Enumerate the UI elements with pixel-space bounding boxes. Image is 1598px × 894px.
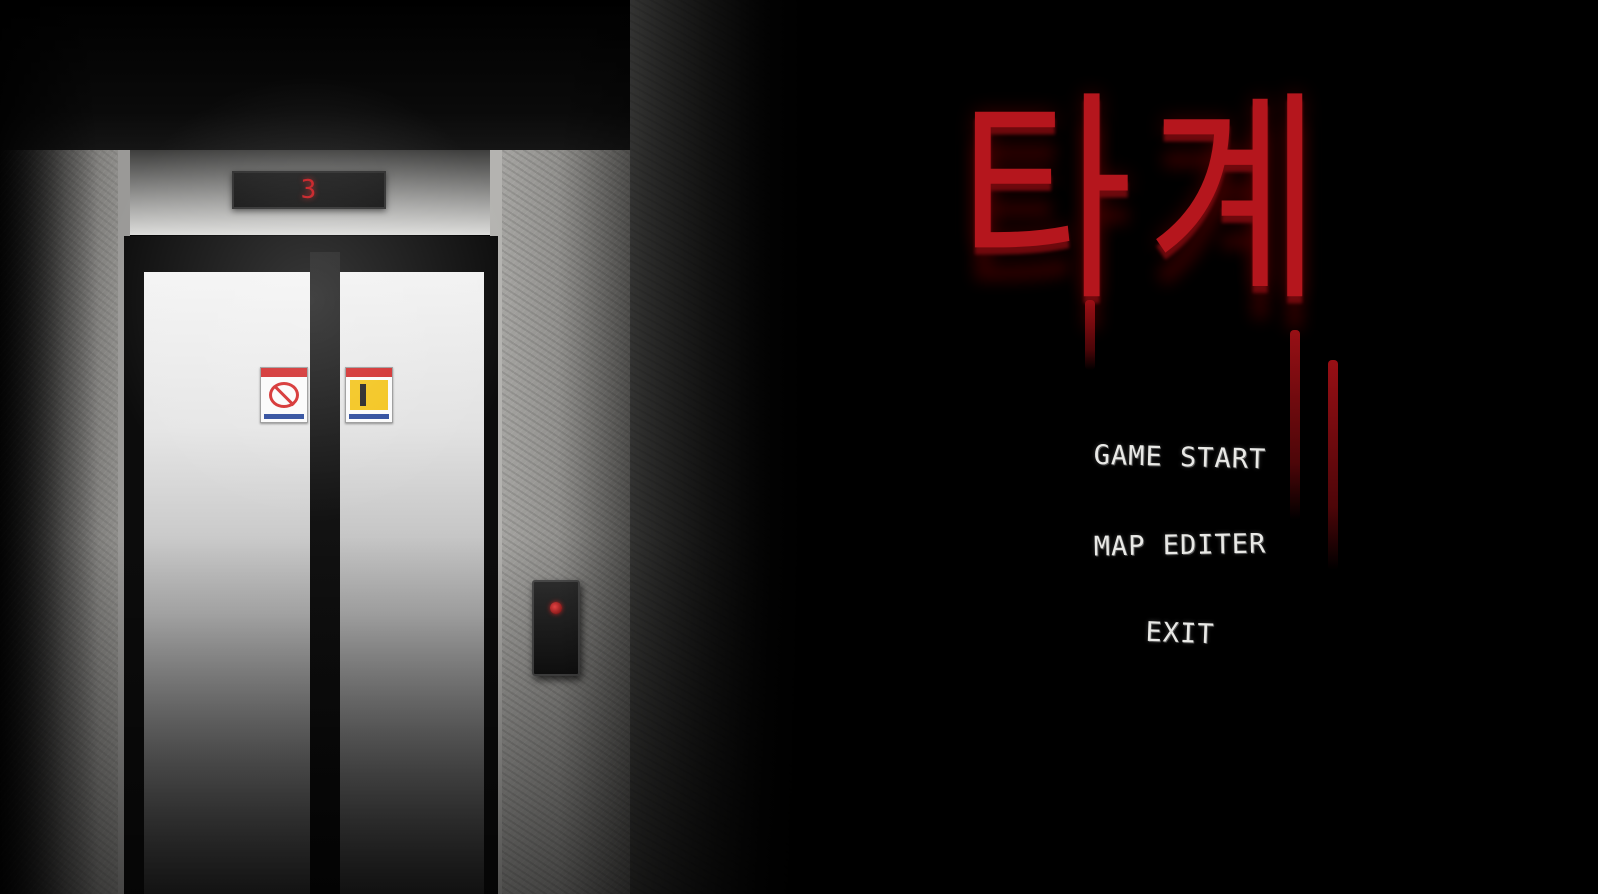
elevator-call-panel — [532, 580, 580, 676]
exit-button[interactable]: EXIT — [1050, 613, 1311, 653]
floor-indicator: 3 — [232, 171, 386, 209]
elevator-scene: 3 — [0, 0, 820, 894]
warning-sign-no-hand-icon — [260, 367, 308, 423]
map-editor-button[interactable]: MAP EDITER — [1050, 528, 1311, 564]
wall-left — [0, 150, 118, 894]
game-start-button[interactable]: GAME START — [1050, 439, 1311, 477]
wall-right — [500, 150, 630, 894]
call-button-icon — [550, 602, 562, 614]
elevator-door-left — [144, 272, 310, 894]
warning-sign-caution-icon — [345, 367, 393, 423]
elevator-door-gap — [310, 252, 340, 894]
main-menu: GAME START MAP EDITER EXIT — [1050, 430, 1310, 670]
title-blood-drip — [1328, 360, 1338, 570]
elevator-door-right — [340, 272, 484, 894]
title-blood-drip — [1085, 300, 1095, 370]
corridor-wall — [630, 0, 820, 894]
floor-number: 3 — [300, 175, 318, 205]
game-title-screen: 3 타계 GAME START MAP EDITER EXIT — [0, 0, 1598, 894]
